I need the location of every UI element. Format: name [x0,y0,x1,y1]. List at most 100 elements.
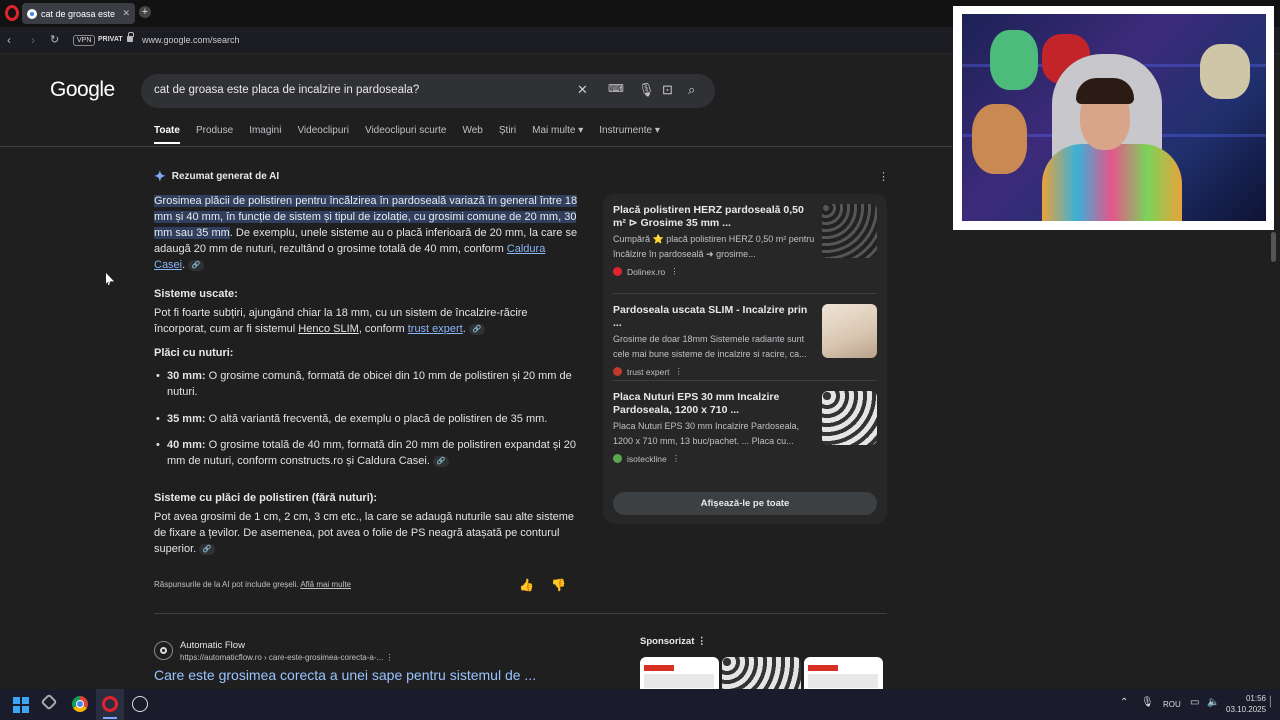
sponsored-label: Sponsorizat ⋮ [640,636,707,647]
tab-short-videos[interactable]: Videoclipuri scurte [365,125,447,136]
source-title[interactable]: Placa Nuturi EPS 30 mm Incalzire Pardose… [613,391,818,417]
lens-camera-icon[interactable]: ⊡ [662,82,673,98]
search-icon[interactable]: ⌕ [688,82,695,98]
more-options-icon[interactable]: ⋮ [697,636,707,647]
source-link-icon[interactable]: 🔗 [432,455,449,467]
henco-slim-term[interactable]: Henco SLIM [298,323,359,335]
section-divider [154,613,887,614]
source-thumbnail[interactable] [822,304,877,358]
clear-search-icon[interactable]: ✕ [577,82,588,98]
thumbs-down-icon[interactable]: 👎 [551,578,566,592]
ai-intro-paragraph: Grosimea plăcii de polistiren pentru înc… [154,195,578,271]
reload-icon[interactable]: ↻ [50,33,59,46]
sponsored-product[interactable] [804,657,883,689]
section-dry-systems-text: Pot fi foarte subțiri, ajungând chiar la… [154,307,528,335]
taskbar-clock[interactable]: 01:56 03.10.2025 [1226,693,1266,715]
clock-date: 03.10.2025 [1226,705,1267,714]
more-options-icon[interactable]: ⋮ [675,366,684,377]
tab-images[interactable]: Imagini [249,125,281,136]
lock-icon[interactable] [127,32,134,42]
result-title-link[interactable]: Care este grosimea corecta a unei sape p… [154,667,536,683]
source-link-icon[interactable]: 🔗 [468,323,485,335]
search-input[interactable]: cat de groasa este placa de incalzire in… [154,84,419,96]
bullet-text: O grosime totală de 40 mm, formată din 2… [167,439,577,467]
streamer-hair [1076,78,1134,104]
automatic-flow-favicon-icon[interactable] [154,641,173,660]
microphone-tray-icon[interactable]: 🎙 [1141,697,1154,708]
tab-more[interactable]: Mai multe ▾ [532,125,583,136]
bullet-bold: 40 mm: [167,439,206,451]
active-indicator [103,717,117,719]
opera-icon[interactable] [102,696,118,712]
google-favicon-icon [27,8,37,19]
forward-icon[interactable]: › [31,33,35,47]
tab-tools[interactable]: Instrumente ▾ [599,125,660,136]
app-icon[interactable] [132,696,148,712]
card-divider [613,293,877,294]
source-link-icon[interactable]: 🔗 [199,543,216,555]
show-all-button[interactable]: Afișează-le pe toate [613,492,877,515]
source-desc: Cumpără ⭐ placă polistiren HERZ 0,50 m² … [613,234,815,259]
keyboard-icon[interactable]: ⌨ [608,82,624,95]
network-icon[interactable]: ▭ [1190,697,1199,708]
toy-figure [1200,44,1250,99]
ai-overview-menu-icon[interactable]: ⋮ [878,170,889,183]
trust-expert-favicon-icon [613,367,622,376]
list-item: 35 mm: O altă variantă frecventă, de exe… [156,411,577,427]
tab-products[interactable]: Produse [196,125,233,136]
windows-pane [22,697,29,704]
more-options-icon[interactable]: ⋮ [670,266,679,277]
tab-web[interactable]: Web [462,125,482,136]
disclaimer-text: Răspunsurile de la AI pot include greșel… [154,580,301,589]
tab-close-icon[interactable]: ✕ [122,8,130,19]
language-indicator[interactable]: ROU [1163,700,1181,709]
more-options-icon[interactable]: ⋮ [385,653,393,662]
google-logo[interactable]: Google [50,78,115,102]
back-icon[interactable]: ‹ [7,33,11,47]
sponsored-text: Sponsorizat [640,636,695,647]
volume-icon[interactable]: 🔈 [1207,697,1219,708]
url-field[interactable]: www.google.com/search [142,35,240,45]
more-options-icon[interactable]: ⋮ [672,453,681,464]
tab-news[interactable]: Știri [499,125,516,136]
windows-pane [13,697,20,704]
webcam-video [962,14,1266,221]
section-polystyrene-text: Pot avea grosimi de 1 cm, 2 cm, 3 cm etc… [154,509,578,557]
source-link-icon[interactable]: 🔗 [188,259,205,271]
vpn-badge[interactable]: VPN [73,35,96,46]
browser-tab[interactable]: cat de groasa este placa d ✕ [22,3,135,24]
toy-figure [972,104,1027,174]
page-scrollbar[interactable] [1271,232,1276,262]
source-thumbnail[interactable] [822,204,877,258]
list-item: 40 mm: O grosime totală de 40 mm, format… [156,437,577,469]
result-url[interactable]: https://automaticflow.ro › care-este-gro… [180,653,393,662]
tab-videos[interactable]: Videoclipuri [297,125,349,136]
microphone-icon[interactable]: 🎙 [638,82,655,98]
product-label-band [808,665,838,671]
result-url-text: https://automaticflow.ro › care-este-gro… [180,653,384,662]
sponsored-product[interactable] [640,657,719,689]
windows-pane [13,706,20,713]
result-site-name[interactable]: Automatic Flow [180,640,245,651]
chrome-icon[interactable] [72,696,88,712]
search-box[interactable]: cat de groasa este placa de incalzire in… [141,74,715,108]
tray-chevron-icon[interactable]: ⌃ [1120,697,1128,708]
dolinex-favicon-icon [613,267,622,276]
tab-all[interactable]: Toate [154,125,180,144]
isoteckline-favicon-icon [613,454,622,463]
opera-logo-icon[interactable] [5,5,19,21]
source-desc: Placa Nuturi EPS 30 mm Incalzire Pardose… [613,421,800,446]
windows-start-icon[interactable] [13,697,29,713]
thumbs-up-icon[interactable]: 👍 [519,578,534,592]
polystyrene-text: Pot avea grosimi de 1 cm, 2 cm, 3 cm etc… [154,511,575,555]
notification-icon[interactable]: ▏ [1270,697,1278,708]
source-title[interactable]: Placă polistiren HERZ pardoseală 0,50 m²… [613,204,818,230]
ai-overview-header: ✦ Rezumat generat de AI [154,168,279,185]
source-title[interactable]: Pardoseala uscata SLIM - Incalzire prin … [613,304,818,330]
sponsored-product[interactable] [722,657,801,689]
new-tab-button[interactable]: + [139,6,151,18]
learn-more-link[interactable]: Află mai multe [300,580,351,589]
source-thumbnail[interactable] [822,391,877,445]
clock-time: 01:56 [1245,694,1266,703]
trust-expert-link[interactable]: trust expert [408,323,463,335]
